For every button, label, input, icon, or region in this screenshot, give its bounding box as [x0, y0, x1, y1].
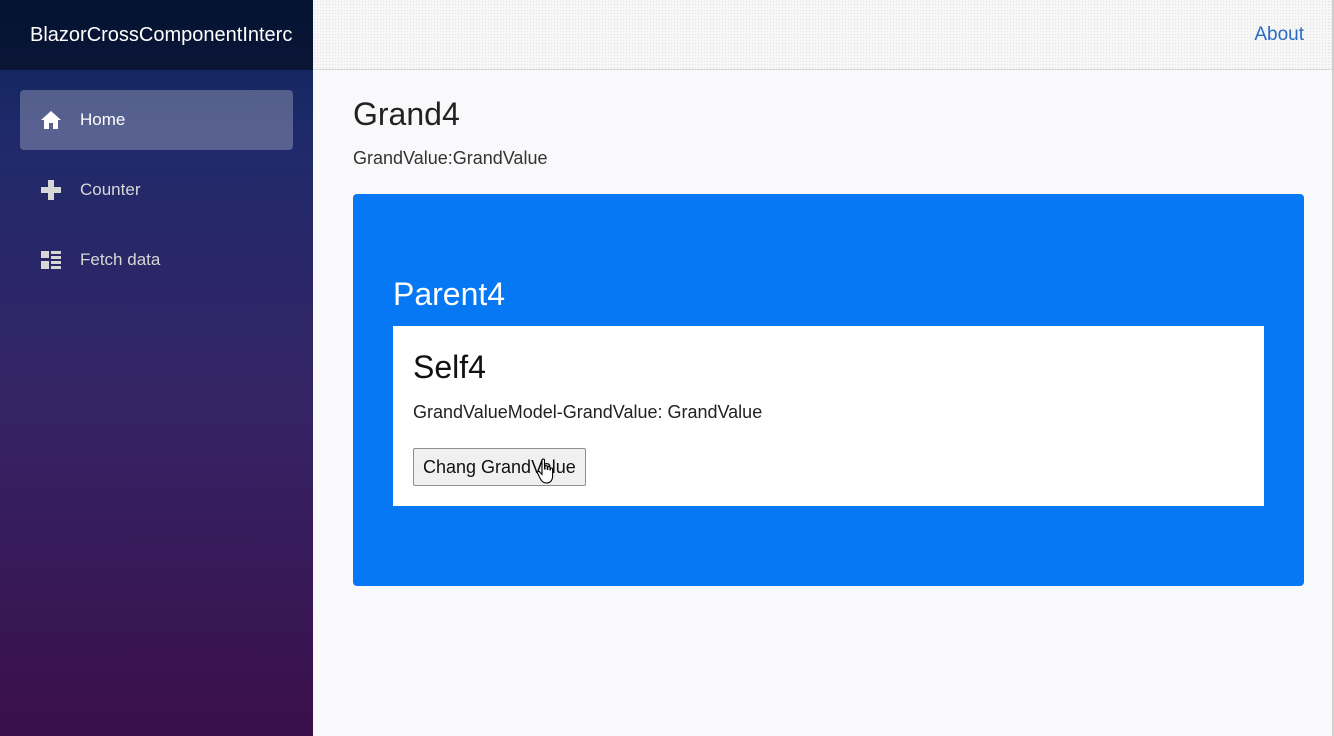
- nav-item-label: Counter: [80, 180, 141, 199]
- app-brand-link[interactable]: BlazorCrossComponentInterc: [30, 24, 292, 47]
- grand-value-label: GrandValue:: [353, 148, 453, 168]
- list-icon: [39, 248, 63, 272]
- main-content: Grand4 GrandValue:GrandValue Parent4 Sel…: [353, 70, 1304, 586]
- parent-title: Parent4: [393, 276, 506, 312]
- about-link[interactable]: About: [1254, 24, 1304, 46]
- home-icon: [39, 108, 63, 132]
- nav-item-label: Home: [80, 110, 126, 129]
- plus-icon: [39, 178, 63, 202]
- brand-bar: BlazorCrossComponentInterc: [0, 0, 313, 70]
- top-bar: About: [313, 0, 1334, 70]
- grand-title: Grand4: [353, 96, 460, 132]
- parent-component: Parent4 Self4 GrandValueModel-GrandValue…: [353, 194, 1304, 586]
- change-grand-value-button[interactable]: Chang GrandValue: [413, 448, 586, 486]
- grand-value-text: GrandValue:GrandValue: [353, 147, 1304, 169]
- grand-value: GrandValue: [452, 148, 548, 168]
- nav-item-label: Fetch data: [80, 250, 161, 269]
- nav-item-fetch-data[interactable]: Fetch data: [20, 230, 293, 290]
- self-component: Self4 GrandValueModel-GrandValue: GrandV…: [393, 326, 1264, 506]
- self-title: Self4: [413, 349, 486, 385]
- nav-item-home[interactable]: Home: [20, 90, 293, 150]
- self-value-text: GrandValueModel-GrandValue: GrandValue: [413, 402, 763, 422]
- sidebar: BlazorCrossComponentInterc Home Counter: [0, 0, 313, 736]
- nav-item-counter[interactable]: Counter: [20, 160, 293, 220]
- nav-menu: Home Counter Fetch data: [0, 70, 313, 290]
